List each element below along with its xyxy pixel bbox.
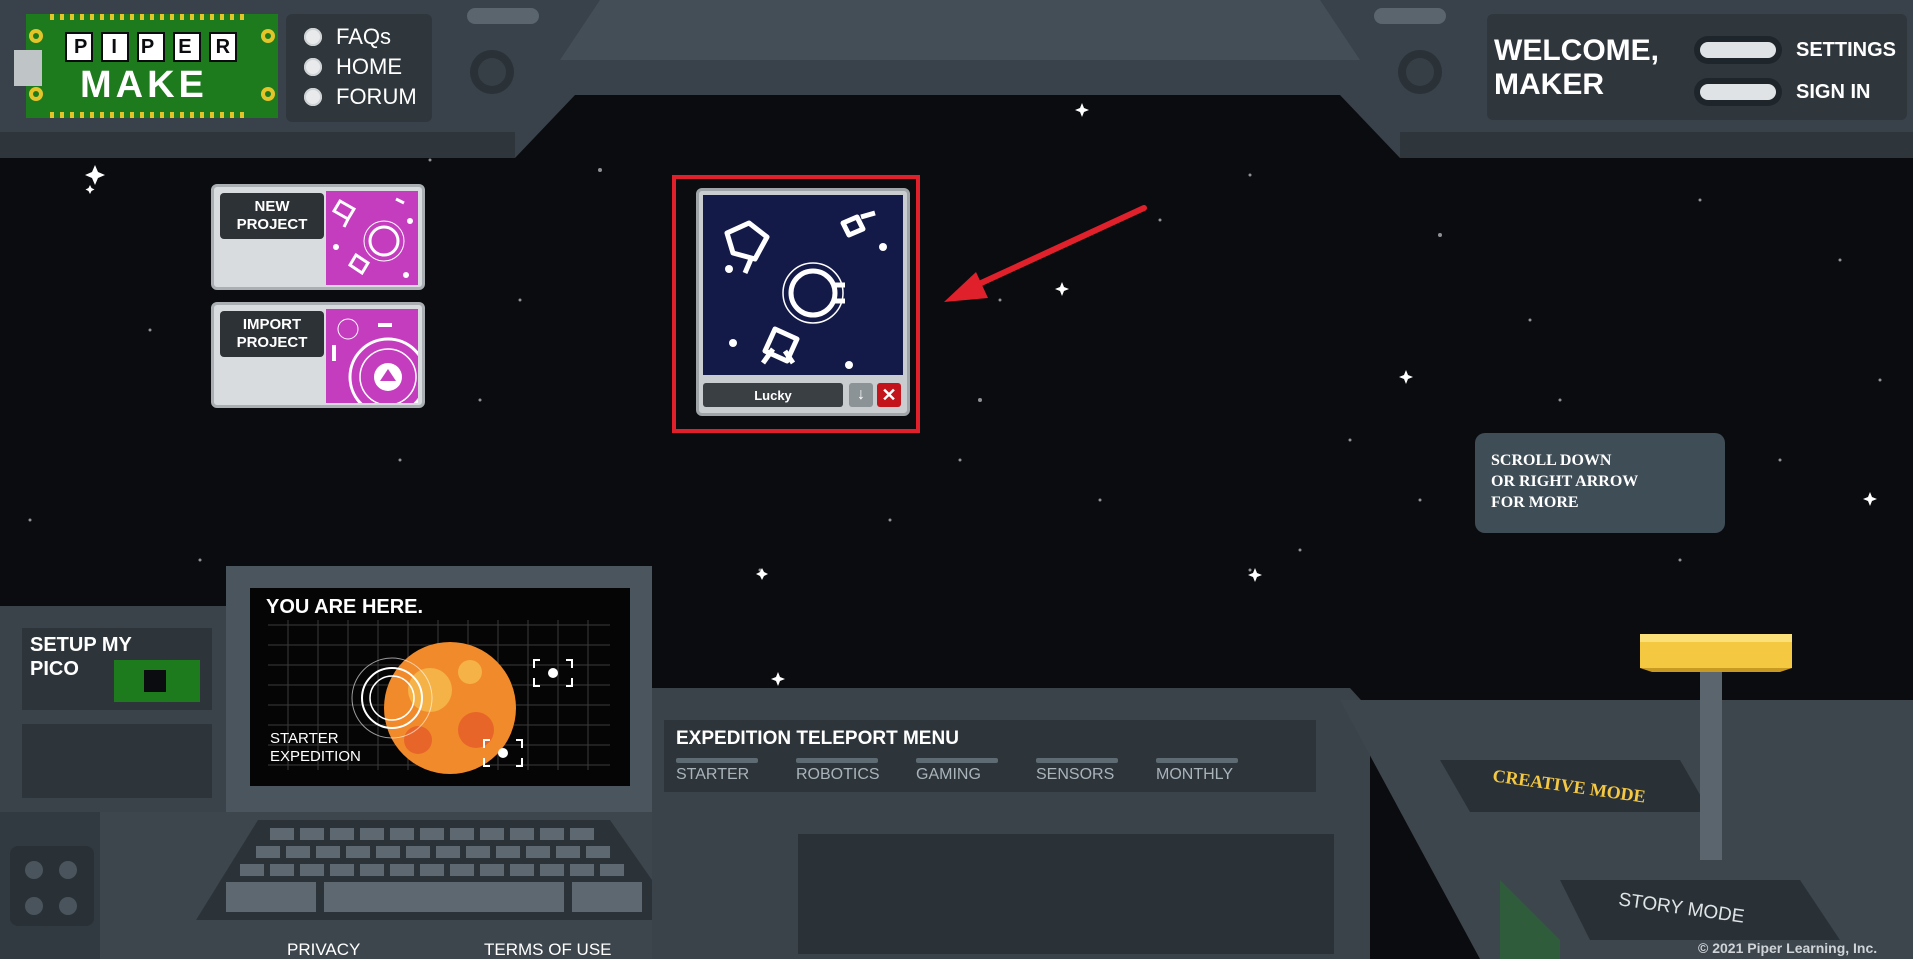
tab-bar	[916, 758, 998, 763]
settings-label: SETTINGS	[1796, 38, 1897, 61]
nav-forum[interactable]: FORUM	[304, 84, 417, 110]
nav-home-label: HOME	[336, 54, 402, 79]
close-x-icon[interactable]: ✕	[877, 383, 901, 407]
signin-label: SIGN IN	[1796, 80, 1871, 103]
welcome-maker: MAKER	[1494, 68, 1604, 101]
starter-expedition-label[interactable]: STARTER	[270, 730, 339, 747]
nav-faqs-label: FAQs	[336, 24, 392, 49]
settings-button[interactable]: SETTINGS	[1694, 36, 1896, 64]
tab-bar	[1156, 758, 1238, 763]
annotation-arrow-icon	[944, 205, 1147, 302]
new-project-label: NEW PROJECT	[220, 193, 324, 239]
scroll-hint-panel: SCROLL DOWN OR RIGHT ARROW FOR MORE	[1475, 433, 1725, 533]
setup-pico-line2: PICO	[30, 658, 79, 680]
tab-bar	[676, 758, 758, 763]
radio-icon	[304, 28, 322, 46]
terms-of-use-link[interactable]: TERMS OF USE	[484, 940, 612, 959]
import-project-label: IMPORT PROJECT	[220, 311, 324, 357]
logo-piper[interactable]: PIPER	[74, 36, 254, 59]
setup-pico-line1: SETUP MY	[30, 634, 132, 656]
project-card-lucky[interactable]: Lucky ↓ ✕	[696, 188, 910, 416]
tab-sensors[interactable]: SENSORS	[1036, 766, 1114, 784]
radio-icon	[304, 58, 322, 76]
setup-pico-button[interactable]: SETUP MY PICO	[22, 628, 212, 710]
tab-gaming[interactable]: GAMING	[916, 766, 981, 784]
starter-expedition-label2[interactable]: EXPEDITION	[270, 748, 361, 765]
settings-toggle-icon	[1694, 36, 1782, 64]
upload-icon	[326, 309, 418, 403]
tab-bar	[1036, 758, 1118, 763]
expedition-menu-title: EXPEDITION TELEPORT MENU	[676, 728, 959, 749]
nav-forum-label: FORUM	[336, 84, 417, 109]
tab-bar	[796, 758, 878, 763]
project-name-label[interactable]: Lucky	[703, 383, 843, 407]
you-are-here-title: YOU ARE HERE.	[266, 596, 424, 618]
import-project-button[interactable]: IMPORT PROJECT	[211, 302, 425, 408]
privacy-link[interactable]: PRIVACY	[287, 940, 360, 959]
copyright-text: © 2021 Piper Learning, Inc.	[1698, 940, 1878, 956]
tab-starter[interactable]: STARTER	[676, 766, 749, 784]
new-project-button[interactable]: NEW PROJECT	[211, 184, 425, 290]
nav-faqs[interactable]: FAQs	[304, 24, 391, 50]
signin-toggle-icon	[1694, 78, 1782, 106]
radio-icon	[304, 88, 322, 106]
tab-monthly[interactable]: MONTHLY	[1156, 766, 1233, 784]
new-project-art-icon	[326, 191, 418, 285]
tab-robotics[interactable]: ROBOTICS	[796, 766, 880, 784]
signin-button[interactable]: SIGN IN	[1694, 78, 1870, 106]
logo-make[interactable]: MAKE	[80, 64, 208, 107]
nav-home[interactable]: HOME	[304, 54, 402, 80]
piper-make-home: PIPER MAKE FAQs HOME FORUM WELCOME, MAKE…	[0, 0, 1913, 959]
download-arrow-icon[interactable]: ↓	[849, 383, 873, 407]
welcome-text: WELCOME,	[1494, 34, 1659, 67]
project-thumbnail-icon	[703, 195, 903, 375]
